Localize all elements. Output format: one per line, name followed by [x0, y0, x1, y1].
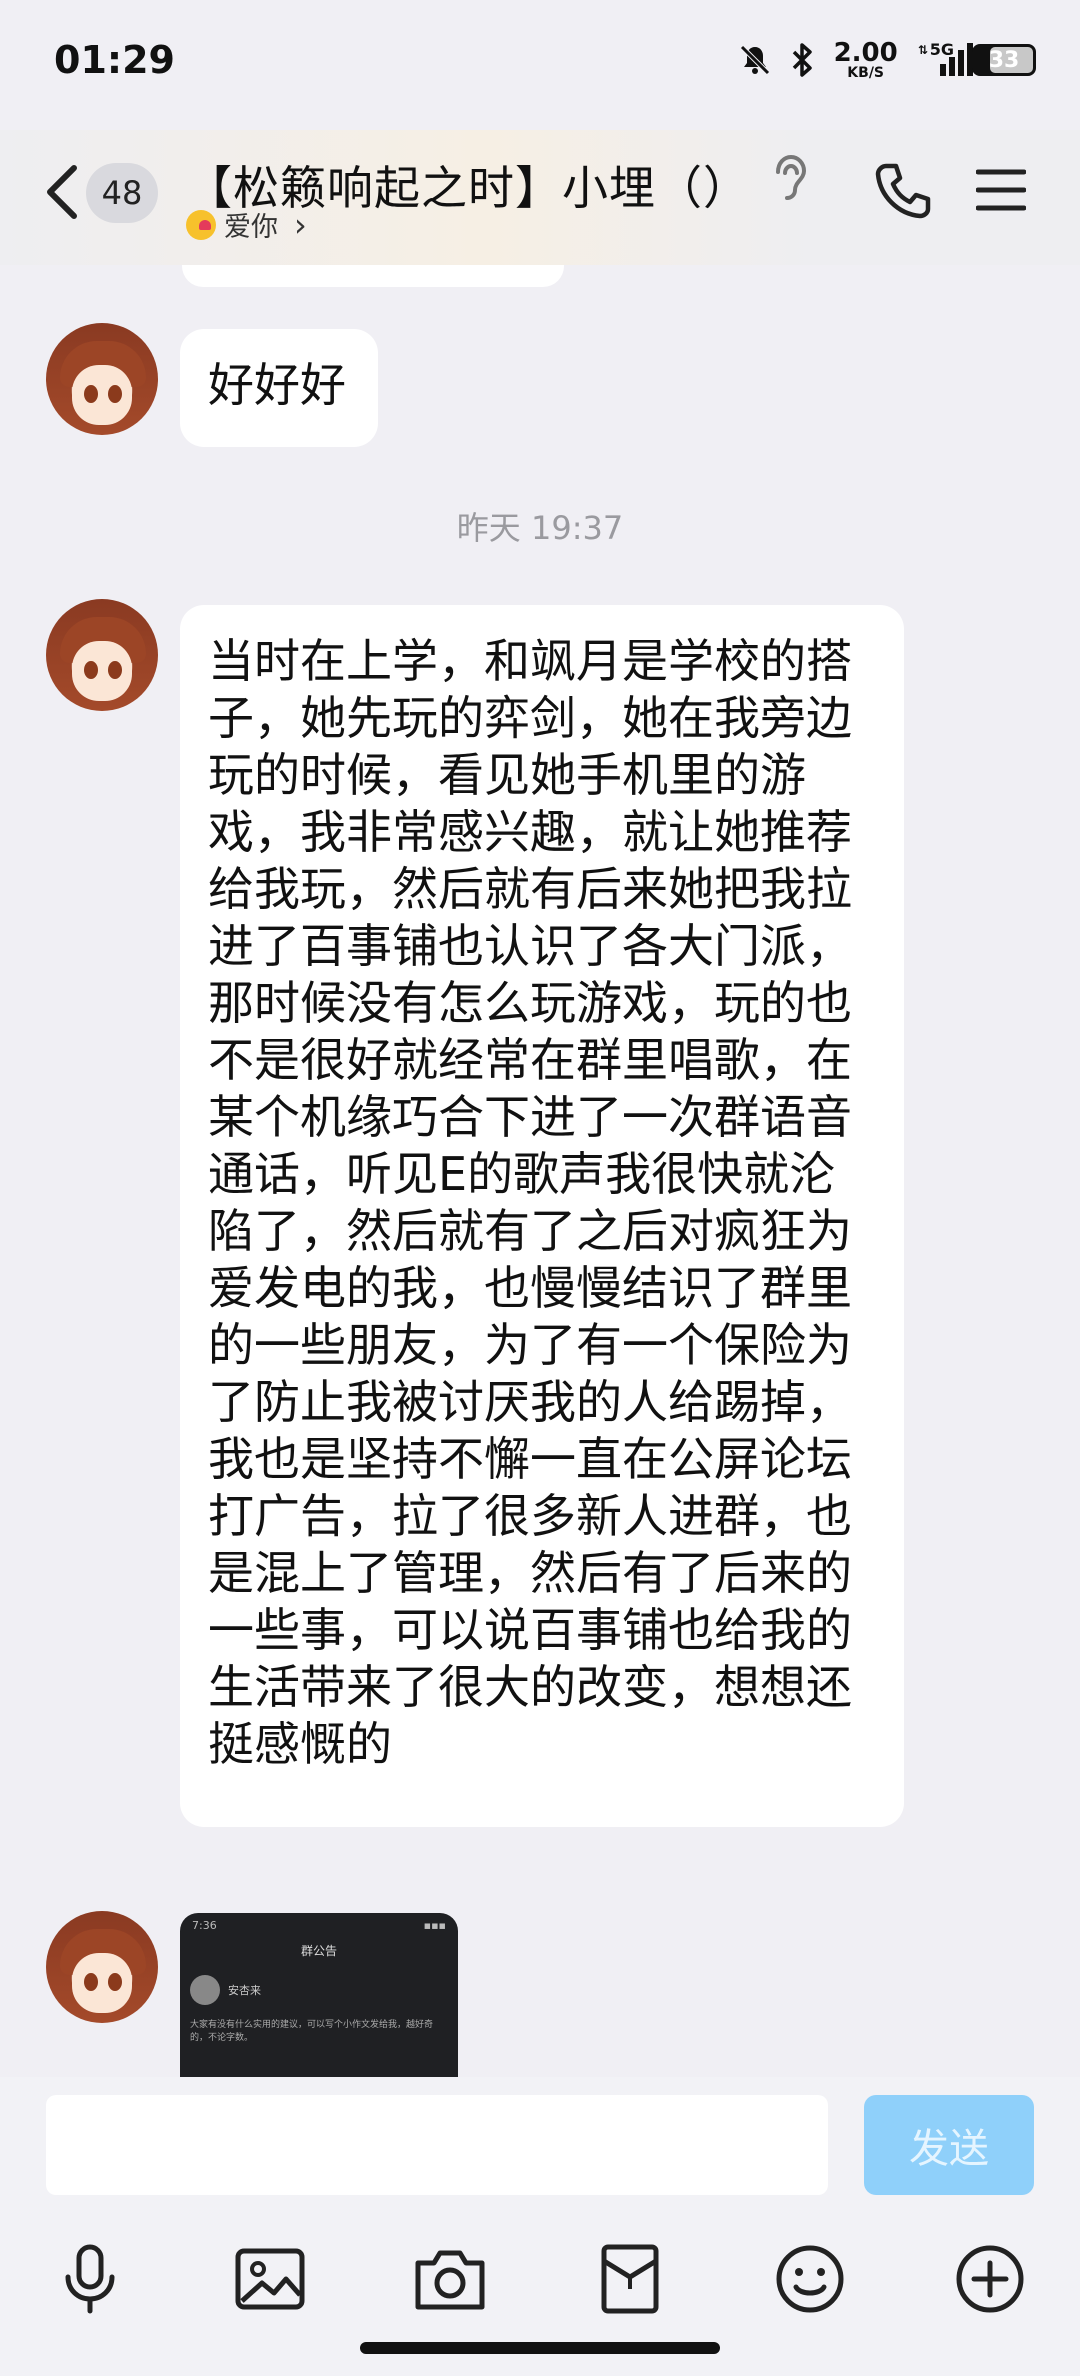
thumb-title: 群公告	[300, 1944, 337, 1958]
status-time: 01:29	[54, 38, 175, 82]
unread-badge[interactable]: 48	[86, 163, 158, 223]
back-arrow-icon[interactable]	[40, 160, 84, 224]
net-speed: 2.00 KB/S	[834, 40, 898, 80]
red-packet-icon[interactable]	[588, 2237, 672, 2321]
thumb-avatar	[190, 1975, 220, 2005]
net-speed-unit: KB/S	[847, 65, 885, 81]
battery-level: 33	[988, 47, 1020, 73]
message-bubble-partial[interactable]	[182, 265, 564, 287]
menu-icon[interactable]	[976, 168, 1026, 212]
message-bubble[interactable]: 好好好	[180, 329, 378, 447]
message-timestamp: 昨天 19:37	[456, 509, 624, 547]
send-button[interactable]: 发送	[864, 2095, 1034, 2195]
toolbar	[0, 2237, 1080, 2337]
thumb-text: 大家有没有什么实用的建议，可以写个小作文发给我，越好奇的，不论字数。	[190, 2020, 434, 2043]
phone-icon[interactable]	[872, 160, 934, 222]
avatar[interactable]	[46, 1911, 158, 2023]
message-bubble[interactable]: 当时在上学，和飒月是学校的搭子，她先玩的弈剑，她在我旁边玩的时候，看见她手机里的…	[180, 605, 904, 1827]
status-bar: 01:29 2.00 KB/S ⇅ 5G 33	[0, 0, 1080, 130]
bluetooth-icon	[792, 43, 812, 77]
image-message[interactable]: 7:36 ▪▪▪ 群公告 安杏来 大家有没有什么实用的建议，可以写个小作文发给我，…	[180, 1913, 458, 2077]
plus-icon[interactable]	[948, 2237, 1032, 2321]
image-icon[interactable]	[228, 2237, 312, 2321]
message-list[interactable]: 好好好 昨天 19:37 当时在上学，和飒月是学校的搭子，她先玩的弈剑，她在我旁…	[0, 265, 1080, 2077]
net-speed-value: 2.00	[833, 38, 898, 68]
heart-emoji-icon	[186, 209, 216, 240]
input-bar: 发送	[0, 2077, 1080, 2376]
avatar[interactable]	[46, 599, 158, 711]
emoji-icon[interactable]	[768, 2237, 852, 2321]
thumb-time: 7:36	[192, 1919, 217, 1932]
mute-bell-icon	[739, 45, 770, 75]
status-icons: 2.00 KB/S ⇅ 5G 33	[738, 40, 1036, 80]
home-indicator[interactable]	[360, 2342, 720, 2354]
message-input[interactable]	[46, 2095, 828, 2195]
subtitle-text: 爱你	[224, 212, 278, 243]
battery-icon: 33	[972, 44, 1036, 76]
microphone-icon[interactable]	[48, 2237, 132, 2321]
avatar[interactable]	[46, 323, 158, 435]
thumb-name: 安杏来	[228, 1984, 261, 1997]
chat-subtitle[interactable]: 爱你 ›	[186, 205, 307, 244]
network-type: 5G	[929, 39, 954, 59]
svg-text:⇅: ⇅	[918, 43, 928, 57]
chevron-right-icon: ›	[294, 205, 307, 244]
camera-icon[interactable]	[408, 2237, 492, 2321]
chat-header: 48 【松籁响起之时】小埋（） 爱你 ›	[0, 130, 1080, 265]
ear-icon[interactable]	[768, 152, 812, 208]
